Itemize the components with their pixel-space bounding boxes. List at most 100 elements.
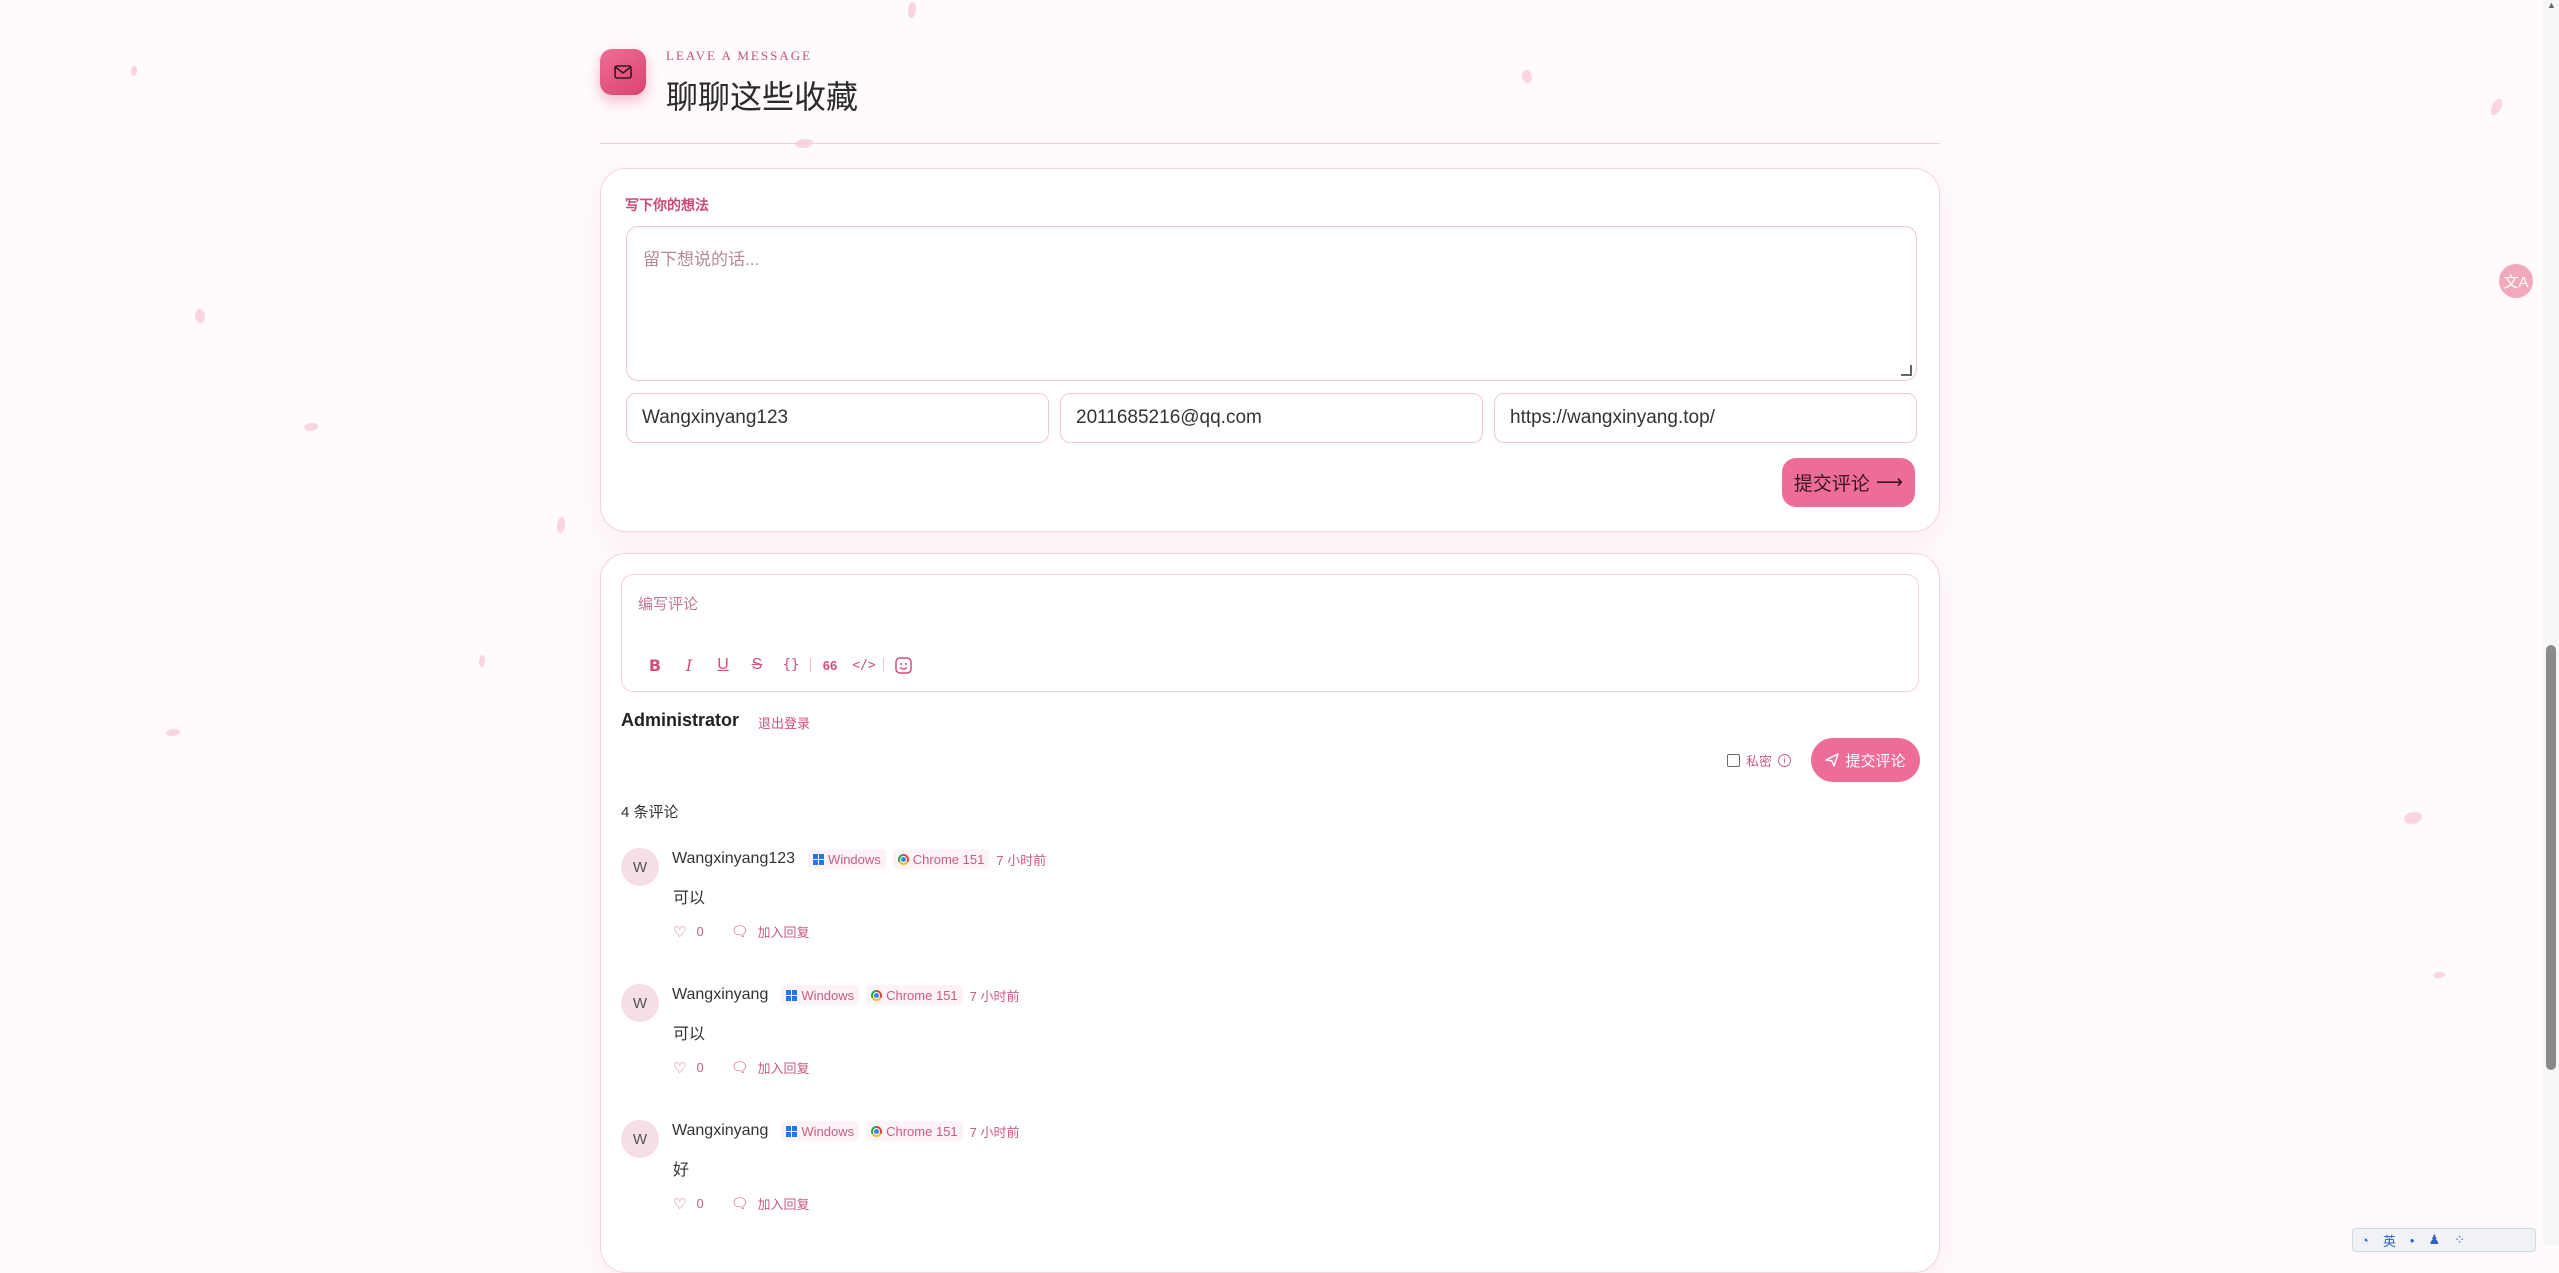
italic-icon[interactable]: I bbox=[672, 653, 706, 677]
comment-item: W Wangxinyang123 Windows Chrome 151 7 小时… bbox=[621, 844, 1821, 954]
code-block-icon[interactable]: {} bbox=[774, 653, 808, 677]
submit-message-button[interactable]: 提交评论 ⟶ bbox=[1782, 458, 1915, 507]
editor-placeholder: 编写评论 bbox=[638, 596, 699, 613]
comment-text: 好 bbox=[673, 1162, 690, 1179]
message-textarea[interactable]: 留下想说的话... bbox=[626, 226, 1917, 381]
url-field[interactable]: https://wangxinyang.top/ bbox=[1494, 393, 1917, 443]
comment-meta: Wangxinyang Windows Chrome 151 7 小时前 bbox=[672, 985, 1020, 1005]
private-label: 私密 bbox=[1746, 754, 1773, 769]
comment-author: Wangxinyang bbox=[672, 1122, 769, 1139]
arrow-right-icon: ⟶ bbox=[1875, 472, 1904, 493]
browser-badge: Chrome 151 bbox=[866, 985, 963, 1005]
heart-icon[interactable]: ♡ bbox=[673, 1059, 686, 1077]
reply-link[interactable]: 加入回复 bbox=[757, 922, 809, 941]
divider bbox=[600, 143, 1940, 144]
private-toggle[interactable]: 私密 i bbox=[1727, 751, 1792, 770]
translate-icon[interactable]: 文A bbox=[2499, 264, 2533, 298]
reply-link[interactable]: 加入回复 bbox=[757, 1058, 809, 1077]
comment-editor[interactable]: 编写评论 B I U S {} 66 </> bbox=[621, 574, 1919, 692]
comment-time: 7 小时前 bbox=[996, 852, 1047, 868]
post-comment-button[interactable]: 提交评论 bbox=[1811, 738, 1920, 782]
like-count: 0 bbox=[696, 1196, 704, 1211]
like-count: 0 bbox=[696, 1060, 704, 1075]
browser-badge: Chrome 151 bbox=[892, 849, 990, 869]
comment-count: 4 条评论 bbox=[621, 804, 679, 821]
ime-punctuation-icon[interactable]: • bbox=[2410, 1233, 2415, 1248]
comment-actions: ♡ 0 🗨 加入回复 bbox=[673, 1194, 809, 1213]
logged-in-user: Administrator bbox=[621, 710, 740, 730]
avatar: W bbox=[621, 984, 659, 1022]
browser-badge: Chrome 151 bbox=[866, 1121, 963, 1141]
toolbar-separator bbox=[883, 658, 884, 672]
message-label: 写下你的想法 bbox=[625, 197, 709, 213]
comment-author: Wangxinyang bbox=[672, 986, 769, 1003]
petal-decoration bbox=[192, 307, 208, 325]
petal-decoration bbox=[479, 655, 485, 667]
email-field[interactable]: 2011685216@qq.com bbox=[1060, 393, 1483, 443]
petal-decoration bbox=[304, 423, 318, 431]
avatar: W bbox=[621, 848, 659, 886]
chrome-icon bbox=[871, 989, 883, 1001]
comments-card: 编写评论 B I U S {} 66 </> Administrator 退出登… bbox=[600, 553, 1940, 1273]
ime-settings-icon[interactable]: ⁘ bbox=[2454, 1232, 2465, 1248]
petal-decoration bbox=[2433, 972, 2445, 978]
reply-link[interactable]: 加入回复 bbox=[757, 1194, 809, 1213]
html-code-icon[interactable]: </> bbox=[847, 653, 881, 677]
emoji-icon[interactable] bbox=[886, 653, 920, 677]
comment-text: 可以 bbox=[673, 890, 706, 907]
private-checkbox[interactable] bbox=[1727, 754, 1740, 767]
ime-logo-icon: ◔ bbox=[2361, 1232, 2369, 1248]
chrome-icon bbox=[897, 853, 909, 865]
mail-icon bbox=[600, 49, 646, 95]
scrollbar-thumb[interactable] bbox=[2546, 645, 2556, 1070]
comment-actions: ♡ 0 🗨 加入回复 bbox=[673, 922, 809, 941]
logout-link[interactable]: 退出登录 bbox=[758, 713, 810, 732]
bold-icon[interactable]: B bbox=[638, 653, 672, 677]
section-kicker: LEAVE A MESSAGE bbox=[666, 48, 813, 63]
resize-handle[interactable] bbox=[1901, 365, 1912, 376]
heart-icon[interactable]: ♡ bbox=[673, 1195, 686, 1213]
heart-icon[interactable]: ♡ bbox=[673, 923, 686, 941]
chrome-icon bbox=[871, 1125, 883, 1137]
reply-icon[interactable]: 🗨 bbox=[731, 1059, 749, 1076]
comment-actions: ♡ 0 🗨 加入回复 bbox=[673, 1058, 809, 1077]
reply-icon[interactable]: 🗨 bbox=[731, 923, 749, 940]
petal-decoration bbox=[2404, 812, 2422, 824]
info-icon: i bbox=[1778, 754, 1792, 767]
ime-language[interactable]: 英 bbox=[2383, 1231, 2396, 1250]
windows-icon bbox=[786, 1125, 798, 1137]
petal-decoration bbox=[131, 66, 137, 76]
name-field[interactable]: Wangxinyang123 bbox=[626, 393, 1049, 443]
ime-user-icon[interactable]: ♟ bbox=[2428, 1232, 2440, 1248]
quote-icon[interactable]: 66 bbox=[813, 653, 847, 677]
comment-meta: Wangxinyang123 Windows Chrome 151 7 小时前 bbox=[672, 849, 1046, 869]
post-comment-label: 提交评论 bbox=[1845, 752, 1906, 770]
windows-icon bbox=[786, 989, 798, 1001]
page-title: 聊聊这些收藏 bbox=[666, 78, 859, 116]
scroll-up-arrow[interactable]: ▲ bbox=[2547, 0, 2556, 10]
os-badge: Windows bbox=[808, 849, 886, 869]
ime-toolbar[interactable]: ◔ 英 • ♟ ⁘ bbox=[2352, 1228, 2536, 1252]
submit-message-label: 提交评论 bbox=[1793, 474, 1870, 495]
reply-icon[interactable]: 🗨 bbox=[731, 1195, 749, 1212]
petal-decoration bbox=[908, 2, 916, 18]
toolbar-separator bbox=[810, 658, 811, 672]
petal-decoration bbox=[2489, 97, 2504, 117]
underline-icon[interactable]: U bbox=[706, 653, 740, 677]
strikethrough-icon[interactable]: S bbox=[740, 653, 774, 677]
comment-time: 7 小时前 bbox=[969, 988, 1020, 1004]
petal-decoration bbox=[1519, 68, 1535, 85]
windows-icon bbox=[813, 853, 825, 865]
comment-text: 可以 bbox=[673, 1026, 706, 1043]
comment-item: W Wangxinyang Windows Chrome 151 7 小时前 可… bbox=[621, 980, 1821, 1090]
message-form-card: 写下你的想法 留下想说的话... Wangxinyang123 20116852… bbox=[600, 168, 1940, 532]
os-badge: Windows bbox=[781, 985, 860, 1005]
send-icon bbox=[1825, 753, 1840, 767]
comment-time: 7 小时前 bbox=[969, 1124, 1020, 1140]
like-count: 0 bbox=[696, 924, 704, 939]
editor-toolbar: B I U S {} 66 </> bbox=[638, 653, 920, 677]
petal-decoration bbox=[557, 517, 565, 533]
comment-item: W Wangxinyang Windows Chrome 151 7 小时前 好… bbox=[621, 1116, 1821, 1226]
comment-author: Wangxinyang123 bbox=[672, 850, 796, 867]
petal-decoration bbox=[166, 729, 180, 736]
